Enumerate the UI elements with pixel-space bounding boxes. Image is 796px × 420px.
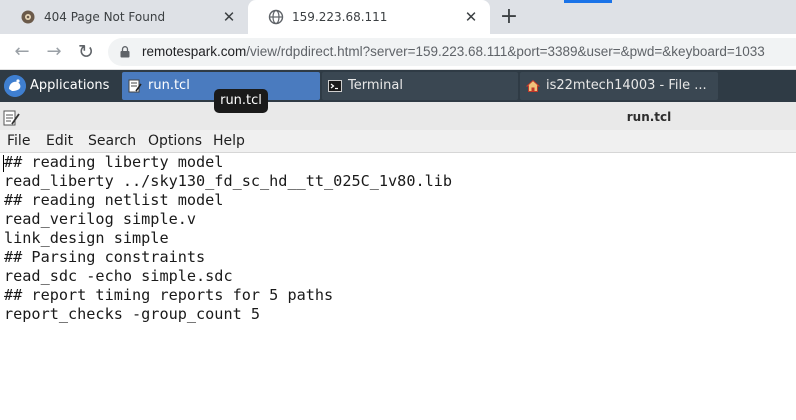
window-titlebar[interactable]: run.tcl [0, 102, 796, 130]
code-line: read_liberty ../sky130_fd_sc_hd__tt_025C… [4, 172, 453, 190]
code-line: ## reading netlist model [4, 191, 224, 209]
browser-tab-404[interactable]: 404 Page Not Found ✕ [0, 0, 248, 34]
gear-favicon-icon [21, 10, 35, 24]
back-arrow-icon[interactable]: ← [10, 40, 34, 64]
taskbar-label: is22mtech14003 - File ... [546, 78, 707, 93]
url-text: remotespark.com/view/rdpdirect.html?serv… [142, 44, 765, 60]
browser-toolbar: ← → ↻ remotespark.com/view/rdpdirect.htm… [0, 34, 796, 70]
url-host: remotespark.com [142, 44, 247, 59]
code-line: report_checks -group_count 5 [4, 305, 261, 323]
applications-label: Applications [30, 78, 110, 93]
browser-tab-strip: 404 Page Not Found ✕ 159.223.68.111 ✕ + [0, 0, 796, 34]
home-folder-icon [526, 79, 540, 92]
code-line: link_design simple [4, 229, 169, 247]
tab-title: 404 Page Not Found [44, 10, 166, 24]
menu-help[interactable]: Help [213, 133, 245, 150]
code-line: read_sdc -echo simple.sdc [4, 267, 233, 285]
url-path: /view/rdpdirect.html?server=159.223.68.1… [246, 44, 765, 59]
taskbar-label: run.tcl [148, 78, 190, 93]
address-bar[interactable]: remotespark.com/view/rdpdirect.html?serv… [108, 38, 796, 66]
editor-icon [128, 79, 142, 93]
window-title-text: run.tcl [626, 110, 672, 124]
taskbar-label: Terminal [348, 78, 403, 93]
forward-arrow-icon[interactable]: → [42, 40, 66, 64]
code-line: read_verilog simple.v [4, 210, 197, 228]
code-line: ## reading liberty model [4, 153, 224, 171]
taskbar-item-file-manager[interactable]: is22mtech14003 - File ... [520, 72, 718, 100]
reload-icon[interactable]: ↻ [74, 40, 98, 64]
menu-options[interactable]: Options [148, 133, 202, 150]
menu-edit[interactable]: Edit [46, 133, 73, 150]
text-editor-area[interactable]: ## reading liberty model read_liberty ..… [0, 153, 796, 420]
new-tab-button[interactable]: + [498, 6, 520, 28]
tab-title: 159.223.68.111 [292, 10, 388, 24]
code-line: ## report timing reports for 5 paths [4, 286, 334, 304]
menu-file[interactable]: File [7, 133, 30, 150]
close-tab-icon[interactable]: ✕ [462, 8, 480, 26]
applications-menu-button[interactable]: Applications [0, 70, 118, 102]
terminal-icon [328, 80, 342, 92]
xfce-mouse-icon [4, 75, 26, 97]
browser-tab-remote[interactable]: 159.223.68.111 ✕ [248, 0, 490, 34]
menu-search[interactable]: Search [88, 133, 136, 150]
close-tab-icon[interactable]: ✕ [220, 8, 238, 26]
window-title: run.tcl [0, 109, 796, 125]
desktop-panel: Applications run.tcl Terminal is22mtech1… [0, 70, 796, 102]
globe-icon [268, 9, 284, 25]
taskbar-tooltip: run.tcl [214, 89, 268, 113]
text-caret [3, 155, 4, 172]
taskbar-item-terminal[interactable]: Terminal [322, 72, 518, 100]
tab-strip-accent [564, 0, 612, 3]
lock-icon [120, 46, 130, 58]
menu-bar: File Edit Search Options Help [0, 130, 796, 153]
code-line: ## Parsing constraints [4, 248, 206, 266]
